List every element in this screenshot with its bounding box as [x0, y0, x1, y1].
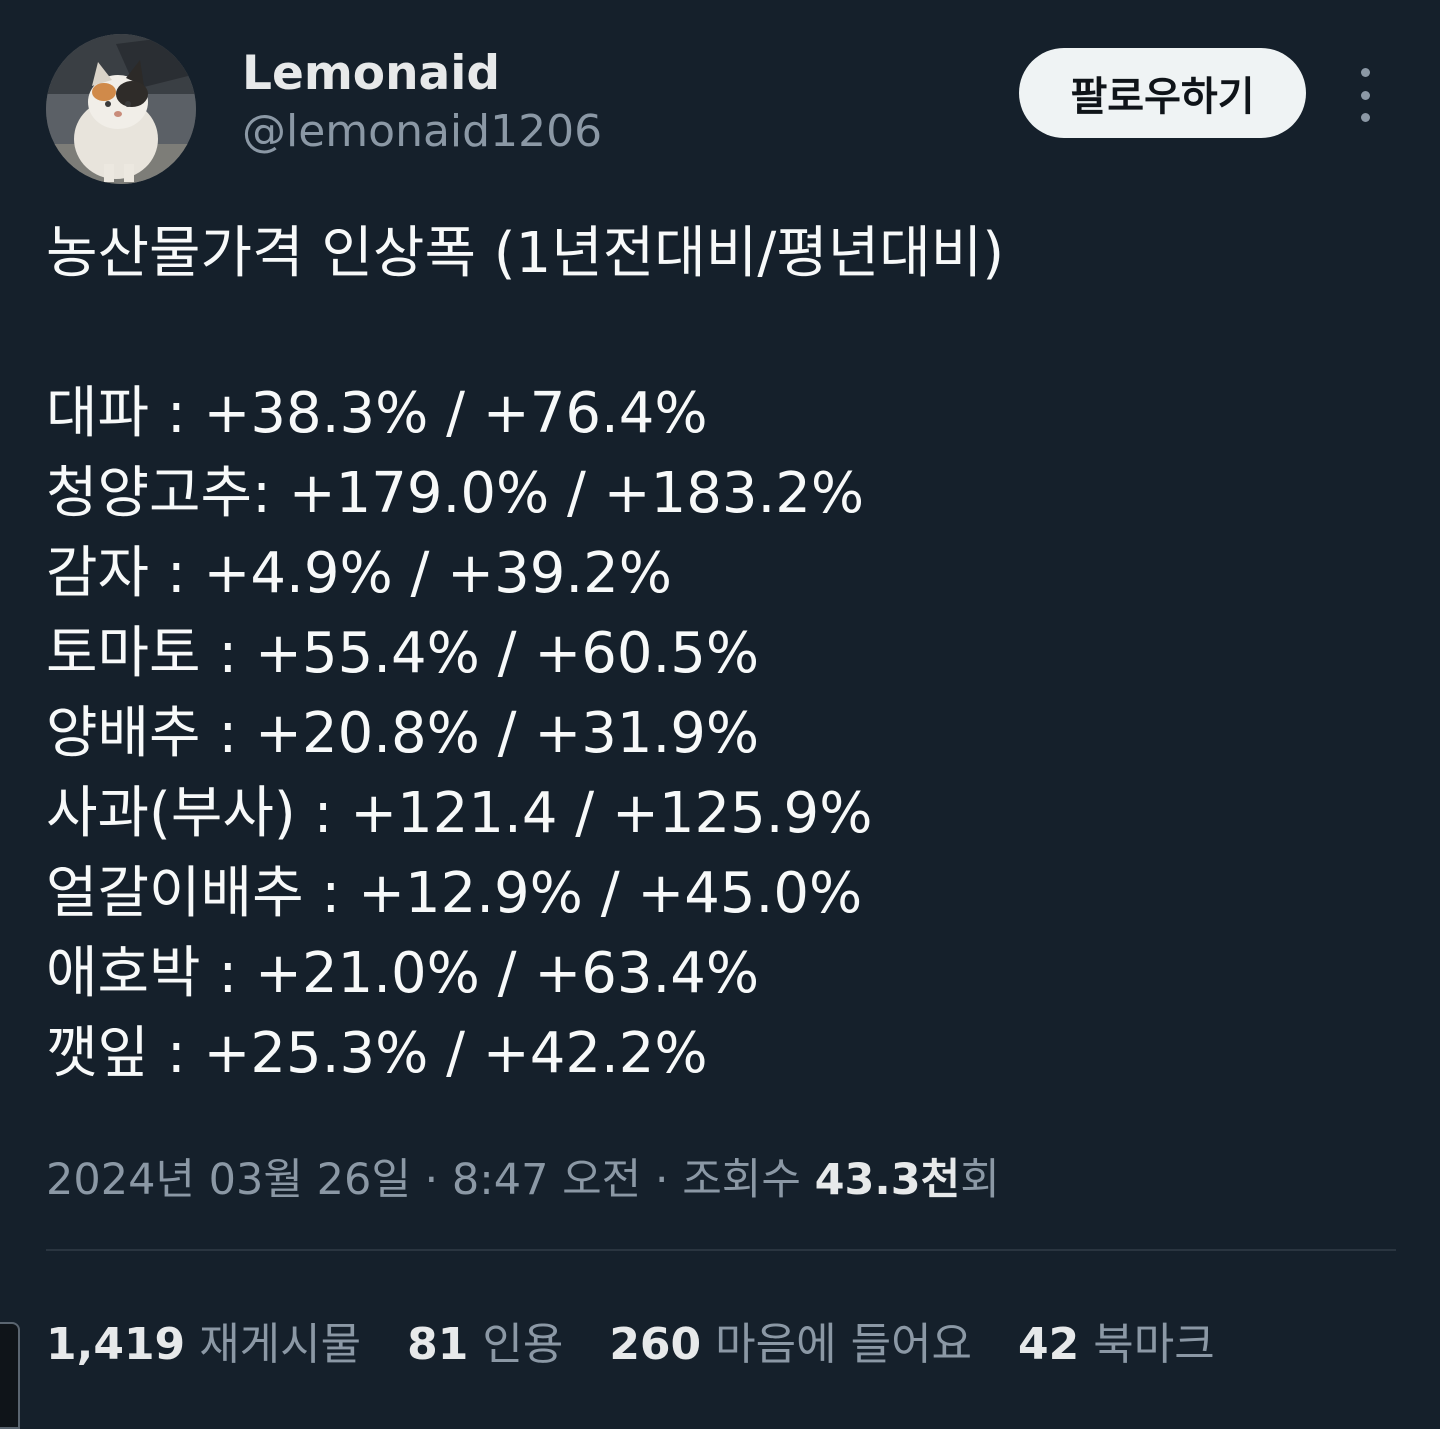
- author-display-name[interactable]: Lemonaid: [242, 46, 500, 101]
- cat-photo: [46, 34, 196, 184]
- reposts-stat[interactable]: 1,419 재게시물: [46, 1308, 361, 1372]
- price-line: 얼갈이배추 : +12.9% / +45.0%: [46, 861, 863, 926]
- likes-count: 260: [609, 1319, 702, 1370]
- engagement-stats: 1,419 재게시물 81 인용 260 마음에 들어요 42 북마크: [46, 1308, 1215, 1372]
- price-line: 양배추 : +20.8% / +31.9%: [46, 701, 760, 766]
- follow-button[interactable]: 팔로우하기: [1019, 48, 1306, 138]
- tweet-meta: 2024년 03월 26일 · 8:47 오전 · 조회수 43.3천회: [46, 1145, 1000, 1207]
- window-edge: [0, 1322, 20, 1429]
- quotes-label: 인용: [482, 1319, 564, 1370]
- timestamp[interactable]: 2024년 03월 26일 · 8:47 오전 · 조회수: [46, 1155, 815, 1205]
- divider: [46, 1249, 1396, 1251]
- bookmarks-count: 42: [1018, 1319, 1080, 1370]
- author-handle[interactable]: @lemonaid1206: [242, 106, 602, 157]
- tweet-text: 농산물가격 인상폭 (1년전대비/평년대비) 대파 : +38.3% / +76…: [46, 214, 1406, 1094]
- price-line: 청양고추: +179.0% / +183.2%: [46, 461, 865, 526]
- more-options-icon[interactable]: [1345, 68, 1385, 122]
- avatar[interactable]: [46, 34, 196, 184]
- likes-stat[interactable]: 260 마음에 들어요: [609, 1308, 972, 1372]
- views-suffix: 회: [960, 1155, 1000, 1205]
- bookmarks-stat[interactable]: 42 북마크: [1018, 1308, 1215, 1372]
- price-line: 사과(부사) : +121.4 / +125.9%: [46, 781, 873, 846]
- tweet-title: 농산물가격 인상폭 (1년전대비/평년대비): [46, 221, 1005, 286]
- price-line: 애호박 : +21.0% / +63.4%: [46, 941, 760, 1006]
- views-count[interactable]: 43.3천: [815, 1155, 961, 1205]
- reposts-label: 재게시물: [199, 1319, 362, 1370]
- bookmarks-label: 북마크: [1093, 1319, 1215, 1370]
- price-line: 대파 : +38.3% / +76.4%: [46, 381, 708, 446]
- price-line: 감자 : +4.9% / +39.2%: [46, 541, 672, 606]
- quotes-stat[interactable]: 81 인용: [407, 1308, 563, 1372]
- quotes-count: 81: [407, 1319, 469, 1370]
- reposts-count: 1,419: [46, 1319, 186, 1370]
- price-line: 깻잎 : +25.3% / +42.2%: [46, 1021, 708, 1086]
- price-line: 토마토 : +55.4% / +60.5%: [46, 621, 760, 686]
- likes-label: 마음에 들어요: [715, 1319, 973, 1370]
